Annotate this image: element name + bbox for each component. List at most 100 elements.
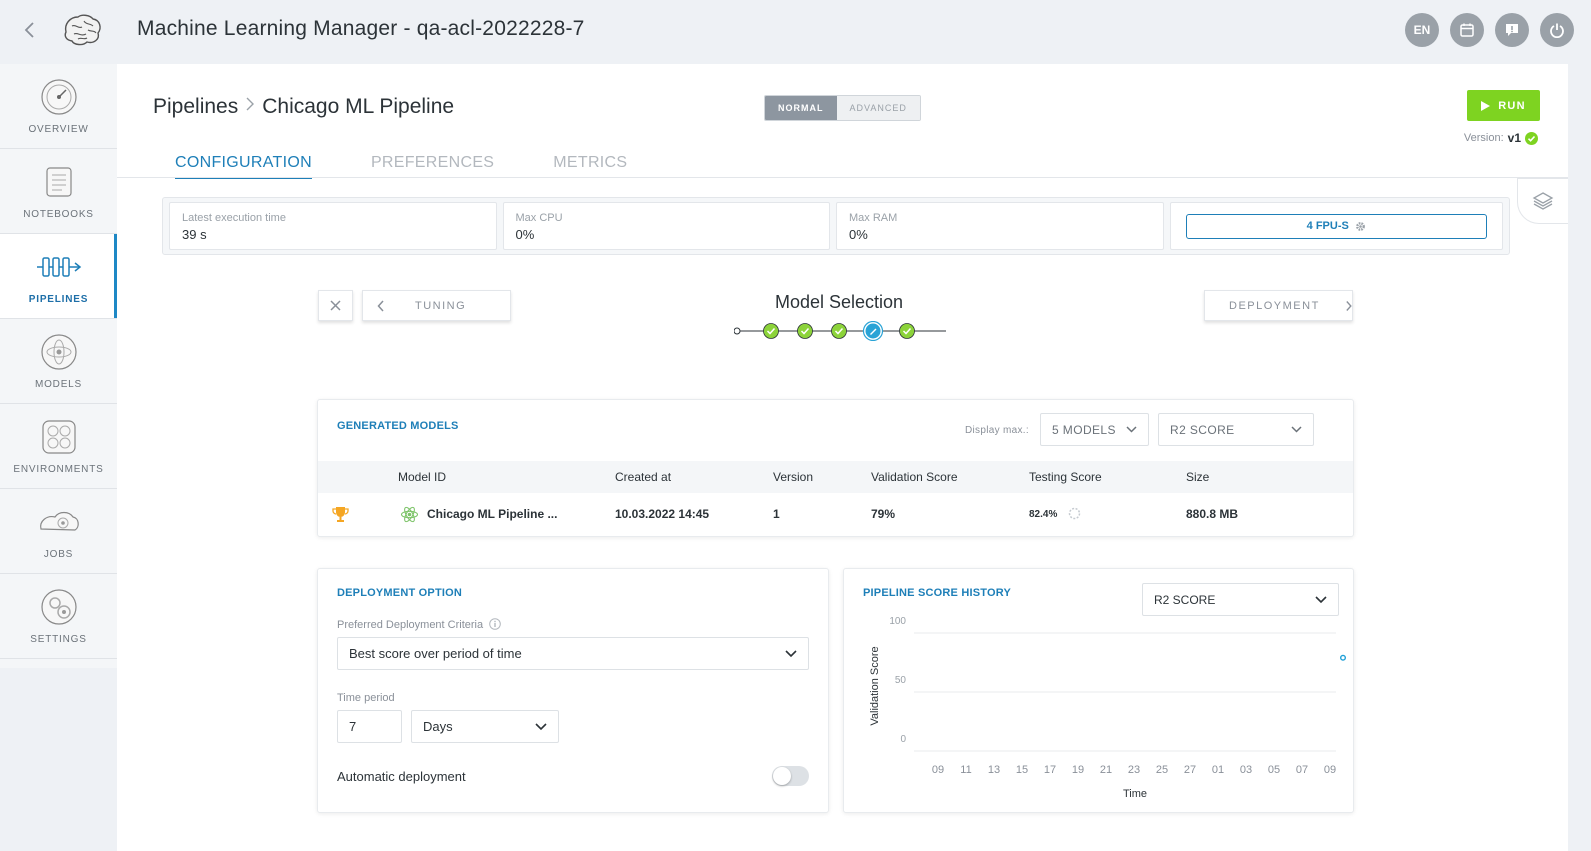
sidebar-item-models[interactable]: MODELS xyxy=(0,319,117,404)
chevron-right-icon xyxy=(244,95,256,119)
run-button[interactable]: RUN xyxy=(1467,90,1540,121)
sidebar-item-label: ENVIRONMENTS xyxy=(13,463,104,475)
toggle-knob xyxy=(773,767,791,785)
jobs-icon xyxy=(39,511,79,531)
sidebar-item-pipelines[interactable]: PIPELINES xyxy=(0,234,117,319)
card-title: DEPLOYMENT OPTION xyxy=(337,587,463,599)
close-icon xyxy=(330,300,341,311)
version-cell: 1 xyxy=(773,507,780,521)
deployment-criteria-select[interactable]: Best score over period of time xyxy=(337,637,809,670)
card-title: GENERATED MODELS xyxy=(337,420,459,432)
model-id-cell[interactable]: Chicago ML Pipeline ... xyxy=(427,507,557,521)
environments-icon xyxy=(41,419,76,454)
score-history-chart: 100 50 0 09 11 13 15 17 19 21 23 25 27 01 03 05 07 09 Time… xyxy=(869,616,1347,800)
x-tick-label: 23 xyxy=(1128,764,1140,776)
size-cell: 880.8 MB xyxy=(1186,507,1239,521)
models-icon xyxy=(40,333,77,370)
mode-advanced-button[interactable]: ADVANCED xyxy=(836,96,920,120)
breadcrumb: Pipelines Chicago ML Pipeline xyxy=(153,95,454,119)
chevron-down-icon xyxy=(1126,426,1137,433)
y-tick-label: 0 xyxy=(900,734,906,745)
next-step-button[interactable]: DEPLOYMENT xyxy=(1204,290,1353,321)
notebook-icon xyxy=(45,166,72,197)
sidebar-item-overview[interactable]: OVERVIEW xyxy=(0,64,117,149)
x-tick-label: 13 xyxy=(988,764,1000,776)
tab-preferences[interactable]: PREFERENCES xyxy=(371,154,494,179)
previous-step-button[interactable]: TUNING xyxy=(362,290,511,321)
time-period-input[interactable] xyxy=(337,710,402,743)
fpu-button[interactable]: 4 FPU-S xyxy=(1185,213,1487,239)
x-axis-label: Time xyxy=(1123,788,1147,800)
info-icon[interactable] xyxy=(489,618,501,630)
next-step-label: DEPLOYMENT xyxy=(1229,299,1320,312)
table-row[interactable]: Chicago ML Pipeline ... 10.03.2022 14:45… xyxy=(318,493,1353,536)
column-header: Model ID xyxy=(398,470,447,484)
x-tick-label: 01 xyxy=(1212,764,1224,776)
sidebar-item-jobs[interactable]: JOBS xyxy=(0,489,117,574)
calendar-icon[interactable] xyxy=(1450,13,1484,47)
sidebar-item-notebooks[interactable]: NOTEBOOKS xyxy=(0,149,117,234)
chevron-down-icon xyxy=(785,649,797,657)
power-icon[interactable] xyxy=(1540,13,1574,47)
tab-divider xyxy=(117,177,1568,178)
select-value: R2 SCORE xyxy=(1170,422,1235,437)
tab-metrics[interactable]: METRICS xyxy=(553,154,627,179)
metric-max-ram: Max RAM 0% xyxy=(836,202,1164,250)
brain-logo-icon xyxy=(60,12,104,48)
back-arrow-icon[interactable] xyxy=(20,18,40,42)
validation-score-cell: 79% xyxy=(871,507,896,521)
column-header: Size xyxy=(1186,470,1210,484)
mode-normal-button[interactable]: NORMAL xyxy=(765,96,837,120)
x-tick-label: 05 xyxy=(1268,764,1280,776)
chevron-right-icon xyxy=(1346,300,1352,311)
score-metric-select[interactable]: R2 SCORE xyxy=(1158,413,1314,446)
breadcrumb-root[interactable]: Pipelines xyxy=(153,95,238,119)
sidebar-item-label: JOBS xyxy=(43,548,74,560)
close-button[interactable] xyxy=(318,290,353,321)
tab-configuration[interactable]: CONFIGURATION xyxy=(175,154,312,179)
run-label: RUN xyxy=(1498,99,1526,112)
step-complete-dot xyxy=(831,323,847,339)
mode-toggle: NORMAL ADVANCED xyxy=(764,95,921,121)
column-header: Version xyxy=(773,470,814,484)
deployment-option-card: DEPLOYMENT OPTION Preferred Deployment C… xyxy=(317,568,829,813)
automatic-deployment-toggle[interactable] xyxy=(772,766,809,786)
time-unit-select[interactable]: Days xyxy=(411,710,559,743)
select-value: Days xyxy=(423,719,453,734)
sidebar-item-settings[interactable]: SETTINGS xyxy=(0,574,117,659)
x-tick-label: 09 xyxy=(1324,764,1336,776)
trophy-icon xyxy=(332,507,349,522)
metric-value: 39 s xyxy=(182,227,207,242)
step-complete-dot xyxy=(797,323,813,339)
main-panel: Pipelines Chicago ML Pipeline NORMAL ADV… xyxy=(117,64,1568,851)
app-title: Machine Learning Manager - qa-acl-202222… xyxy=(137,17,585,40)
x-tick-label: 21 xyxy=(1100,764,1112,776)
x-tick-label: 09 xyxy=(932,764,944,776)
testing-score-cell: 82.4% xyxy=(1029,509,1058,520)
top-bar: Machine Learning Manager - qa-acl-202222… xyxy=(0,0,1591,62)
step-progress xyxy=(734,321,946,341)
language-button[interactable]: EN xyxy=(1405,13,1439,47)
metrics-strip: Latest execution time 39 s Max CPU 0% Ma… xyxy=(162,197,1510,255)
chevron-down-icon xyxy=(535,722,547,730)
chevron-left-icon xyxy=(377,299,384,312)
table-header: Model ID Created at Version Validation S… xyxy=(318,461,1353,493)
play-icon xyxy=(1481,100,1491,111)
x-tick-label: 07 xyxy=(1296,764,1308,776)
sidebar-item-label: MODELS xyxy=(34,378,83,390)
previous-step-label: TUNING xyxy=(415,299,467,312)
loading-spinner-icon xyxy=(1068,507,1081,520)
step-start-dot xyxy=(734,327,741,335)
model-atom-icon xyxy=(400,506,419,523)
automatic-deployment-label: Automatic deployment xyxy=(337,769,466,784)
sidebar-item-environments[interactable]: ENVIRONMENTS xyxy=(0,404,117,489)
feedback-icon[interactable] xyxy=(1495,13,1529,47)
metric-max-cpu: Max CPU 0% xyxy=(502,202,830,250)
x-tick-label: 15 xyxy=(1016,764,1028,776)
speedometer-icon xyxy=(40,78,77,115)
layers-icon[interactable] xyxy=(1517,178,1568,224)
y-axis-label: Validation Score xyxy=(869,646,881,725)
display-max-select[interactable]: 5 MODELS xyxy=(1040,413,1149,446)
version-value: v1 xyxy=(1507,131,1521,145)
x-tick-label: 27 xyxy=(1184,764,1196,776)
